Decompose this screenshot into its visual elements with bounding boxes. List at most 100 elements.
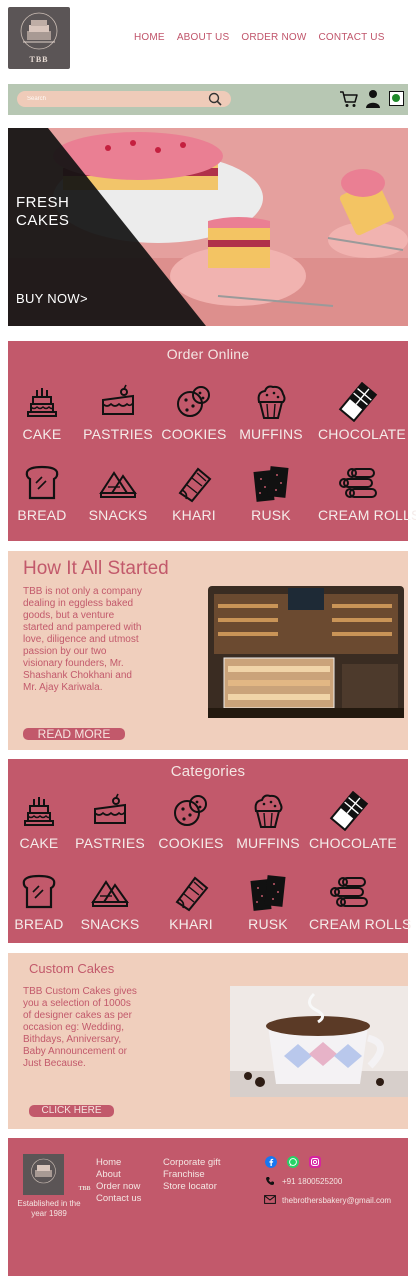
footer-link-franchise[interactable]: Franchise	[163, 1169, 221, 1181]
facebook-icon[interactable]	[265, 1156, 277, 1168]
bread-icon	[22, 874, 56, 909]
brand-logo[interactable]: TBB	[8, 7, 70, 69]
instagram-icon[interactable]	[309, 1156, 321, 1168]
custom-cakes-section: Custom Cakes TBB Custom Cakes gives you …	[8, 953, 408, 1129]
phone-number[interactable]: +91 1800525200	[282, 1177, 342, 1186]
bread-icon	[25, 465, 59, 500]
category-label: SNACKS	[88, 507, 148, 523]
categories-title: Categories	[170, 763, 246, 780]
category-cream-rolls[interactable]: CREAM ROLLS	[318, 463, 416, 523]
category-label: CREAM ROLLS	[309, 916, 412, 932]
pastry-icon	[94, 793, 126, 824]
category-label: BREAD	[14, 916, 64, 932]
category-label: KHARI	[172, 507, 216, 523]
read-more-button[interactable]: READ MORE	[23, 728, 125, 740]
category-label: CHOCOLATE	[318, 426, 406, 442]
category-label: KHARI	[169, 916, 213, 932]
site-footer: TBB Established in the year 1989 Home Abo…	[8, 1138, 408, 1276]
category-bread[interactable]: BREAD	[0, 872, 79, 932]
chocolate-icon	[338, 382, 378, 422]
cream-rolls-icon	[330, 877, 368, 907]
bakery-store-photo	[208, 586, 404, 718]
site-header: TBB HOME ABOUT US ORDER NOW CONTACT US	[0, 0, 416, 78]
category-label: CAKE	[19, 835, 59, 851]
hero-title-line2: CAKES	[16, 212, 70, 229]
search-input[interactable]	[27, 93, 197, 105]
nav-home[interactable]: HOME	[134, 32, 165, 43]
footer-link-about[interactable]: About	[96, 1169, 141, 1181]
nav-order-now[interactable]: ORDER NOW	[241, 32, 306, 43]
rusk-icon	[250, 875, 286, 911]
footer-link-home[interactable]: Home	[96, 1157, 141, 1169]
search-field	[17, 91, 231, 107]
category-cream-rolls[interactable]: CREAM ROLLS	[309, 872, 412, 932]
khari-icon	[175, 876, 209, 912]
muffin-icon	[254, 794, 283, 828]
main-nav: HOME ABOUT US ORDER NOW CONTACT US	[134, 32, 385, 43]
footer-link-corporate-gift[interactable]: Corporate gift	[163, 1157, 221, 1169]
footer-links-secondary: Corporate gift Franchise Store locator	[163, 1157, 221, 1193]
pastry-icon	[102, 384, 134, 415]
category-khari[interactable]: KHARI	[154, 463, 234, 523]
buy-now-button[interactable]: BUY NOW>	[16, 291, 88, 306]
categories-section: Categories CAKE PASTRIES COOKIES MUFFINS CHO…	[8, 759, 412, 943]
user-icon[interactable]	[365, 89, 381, 109]
category-cake[interactable]: CAKE	[0, 791, 79, 851]
cake-icon	[24, 797, 54, 826]
nav-contact-us[interactable]: CONTACT US	[319, 32, 385, 43]
category-rusk[interactable]: RUSK	[228, 872, 308, 932]
category-bread[interactable]: BREAD	[2, 463, 82, 523]
category-muffins[interactable]: MUFFINS	[228, 791, 308, 851]
email-address[interactable]: thebrothersbakery@gmail.com	[282, 1196, 391, 1205]
category-label: PASTRIES	[75, 835, 145, 851]
cookies-icon	[174, 795, 207, 826]
category-chocolate[interactable]: CHOCOLATE	[309, 791, 397, 851]
custom-cake-photo	[230, 986, 408, 1097]
order-online-title: Order Online	[166, 346, 250, 362]
cream-rolls-icon	[339, 468, 377, 498]
cart-icon[interactable]	[339, 89, 359, 109]
category-label: MUFFINS	[239, 426, 303, 442]
category-snacks[interactable]: SNACKS	[78, 463, 158, 523]
category-muffins[interactable]: MUFFINS	[231, 382, 311, 442]
category-label: MUFFINS	[236, 835, 300, 851]
footer-link-store-locator[interactable]: Store locator	[163, 1181, 221, 1193]
custom-cakes-title: Custom Cakes	[29, 961, 115, 976]
category-label: RUSK	[251, 507, 291, 523]
about-section: How It All Started TBB is not only a com…	[8, 551, 408, 750]
muffin-icon	[257, 385, 286, 419]
custom-cakes-body: TBB Custom Cakes gives you a selection o…	[23, 986, 137, 1069]
category-khari[interactable]: KHARI	[151, 872, 231, 932]
email-icon	[264, 1195, 276, 1204]
footer-link-contact-us[interactable]: Contact us	[96, 1193, 141, 1205]
search-icon[interactable]	[208, 92, 222, 106]
whatsapp-icon[interactable]	[287, 1156, 299, 1168]
footer-logo[interactable]: TBB	[23, 1154, 91, 1195]
veg-mark-icon[interactable]	[389, 91, 404, 106]
category-label: BREAD	[17, 507, 67, 523]
category-cookies[interactable]: COOKIES	[151, 791, 231, 851]
category-label: SNACKS	[80, 916, 140, 932]
rusk-icon	[253, 466, 289, 502]
footer-logo-cake-illustration	[31, 1158, 56, 1184]
category-cake[interactable]: CAKE	[2, 382, 82, 442]
category-chocolate[interactable]: CHOCOLATE	[318, 382, 406, 442]
footer-link-order-now[interactable]: Order now	[96, 1181, 141, 1193]
logo-text: TBB	[29, 55, 49, 64]
category-label: COOKIES	[158, 835, 224, 851]
click-here-button[interactable]: CLICK HERE	[29, 1105, 114, 1117]
category-cookies[interactable]: COOKIES	[154, 382, 234, 442]
category-label: RUSK	[248, 916, 288, 932]
nav-about-us[interactable]: ABOUT US	[177, 32, 230, 43]
category-label: CREAM ROLLS	[318, 507, 416, 523]
cake-icon	[27, 388, 57, 417]
category-snacks[interactable]: SNACKS	[70, 872, 150, 932]
category-pastries[interactable]: PASTRIES	[70, 791, 150, 851]
category-pastries[interactable]: PASTRIES	[78, 382, 158, 442]
established-text: Established in the year 1989	[17, 1199, 81, 1218]
hero-title: FRESH CAKES	[16, 194, 69, 230]
category-label: PASTRIES	[83, 426, 153, 442]
category-rusk[interactable]: RUSK	[231, 463, 311, 523]
about-body: TBB is not only a company dealing in egg…	[23, 586, 142, 693]
category-label: CAKE	[22, 426, 62, 442]
